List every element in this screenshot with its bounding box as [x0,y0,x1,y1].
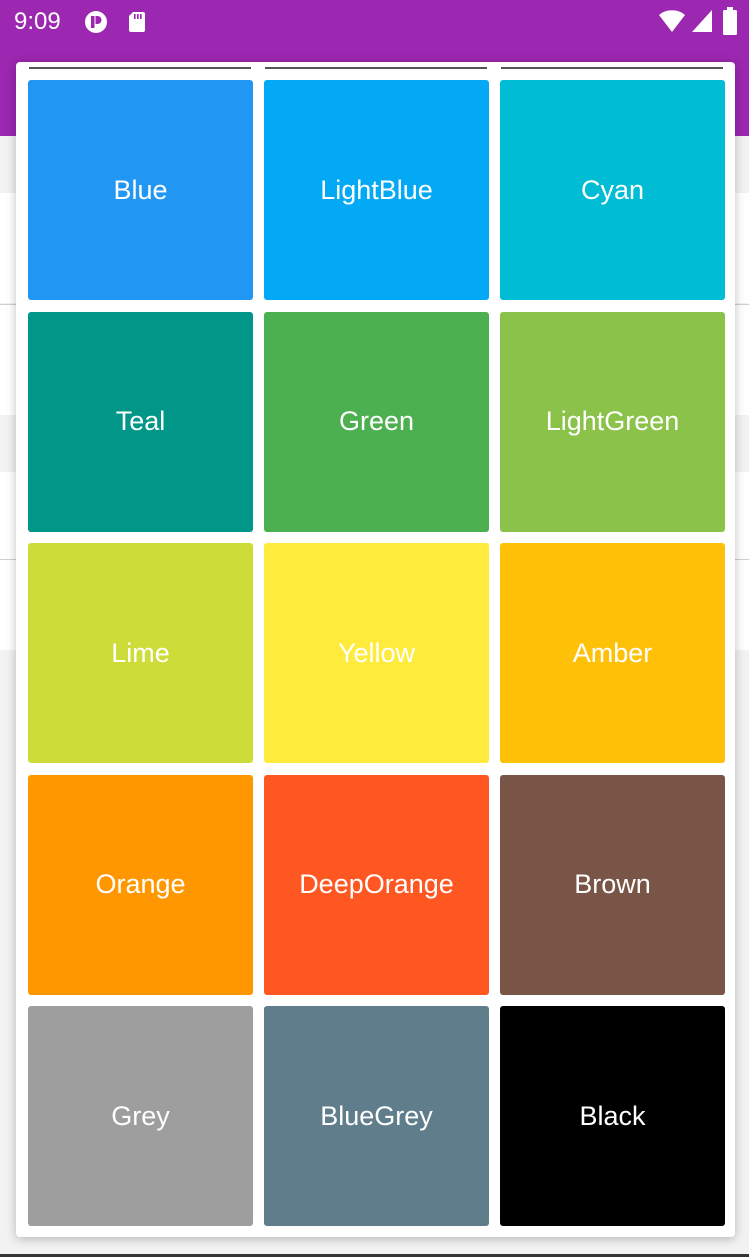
battery-icon [723,7,737,35]
sd-card-icon [129,12,145,32]
color-swatch-label: Yellow [337,637,416,668]
color-swatch-blue[interactable]: Blue [28,80,253,300]
color-swatch-label: LightBlue [320,174,433,205]
color-swatch-lightblue[interactable]: LightBlue [264,80,489,300]
status-bar: 9:09 [0,0,749,44]
color-swatch-label: LightGreen [545,406,680,436]
header-divider [501,67,723,69]
header-divider [265,67,487,69]
signal-icon [692,10,712,32]
color-swatch-label: DeepOrange [299,869,454,899]
color-swatch-label: Cyan [580,174,645,205]
color-swatch-lightgreen[interactable]: LightGreen [500,311,725,532]
color-swatch-black[interactable]: Black [500,1006,725,1226]
header-divider [29,67,251,69]
color-swatch-label: Black [579,1100,646,1131]
color-swatch-label: Orange [95,869,186,899]
color-swatch-amber[interactable]: Amber [500,543,725,763]
status-time: 9:09 [14,8,61,35]
color-picker-dialog: Blue LightBlue Cyan Teal Green LightGreen Lime… [16,62,735,1237]
color-swatch-brown[interactable]: Brown [500,774,725,995]
wifi-icon [659,10,685,32]
color-swatch-yellow[interactable]: Yellow [264,543,489,763]
color-swatch-bluegrey[interactable]: BlueGrey [264,1006,489,1226]
color-swatch-grey[interactable]: Grey [28,1006,253,1226]
color-swatch-teal[interactable]: Teal [28,311,253,532]
color-swatch-orange[interactable]: Orange [28,774,253,995]
color-swatch-label: BlueGrey [320,1100,433,1131]
color-swatch-cyan[interactable]: Cyan [500,80,725,300]
color-swatch-lime[interactable]: Lime [28,543,253,763]
color-swatch-label: Teal [115,406,166,436]
color-swatch-label: Amber [572,637,653,668]
color-swatch-label: Grey [111,1100,170,1131]
cast-icon [85,11,107,33]
color-swatch-label: Green [338,406,415,436]
color-swatch-label: Brown [574,869,651,899]
color-swatch-label: Blue [113,174,168,205]
color-swatch-deeporange[interactable]: DeepOrange [264,774,489,995]
color-swatch-green[interactable]: Green [264,311,489,532]
color-swatch-label: Lime [111,637,170,668]
